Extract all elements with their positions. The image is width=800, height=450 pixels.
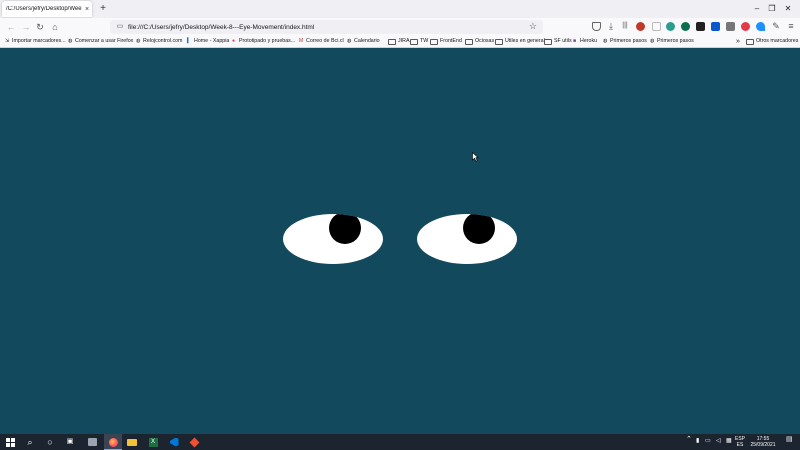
extension-9-icon[interactable]: [756, 22, 765, 31]
downloads-icon[interactable]: ⤓: [605, 20, 617, 32]
mouse-cursor-icon: [472, 152, 479, 162]
extension-1-icon[interactable]: [636, 22, 645, 31]
bookmark-item[interactable]: M Correo de Bci.cl: [299, 37, 344, 46]
back-icon[interactable]: ←: [5, 21, 17, 33]
search-icon[interactable]: ⌕: [24, 436, 36, 448]
page-icon: ■: [573, 38, 577, 44]
firefox-icon[interactable]: [107, 436, 119, 448]
bookmark-folder[interactable]: SF utils: [544, 37, 572, 46]
bookmark-star-icon[interactable]: ☆: [529, 21, 537, 32]
bookmark-item[interactable]: ◍ Primeros pasos: [650, 37, 694, 46]
windows-start-icon[interactable]: [4, 436, 16, 448]
folder-icon: [495, 38, 503, 45]
import-icon: ⇲: [5, 38, 10, 44]
bookmark-folder[interactable]: JIRA: [388, 37, 409, 46]
bookmarks-overflow-icon[interactable]: »: [736, 37, 740, 46]
bookmark-folder[interactable]: Ociosas: [465, 37, 494, 46]
browser-tab[interactable]: /C:/Users/jefry/Desktop/Week-8--- ×: [2, 1, 92, 17]
network-icon[interactable]: ▭: [705, 438, 711, 444]
folder-icon: [410, 38, 418, 45]
extension-5-icon[interactable]: [696, 22, 705, 31]
library-icon[interactable]: |||: [619, 20, 631, 32]
pocket-icon[interactable]: [592, 22, 601, 31]
tray-chevron-icon[interactable]: ⌃: [686, 436, 692, 443]
bookmark-folder[interactable]: TW: [410, 37, 428, 46]
folder-icon: [430, 38, 438, 45]
taskbar: ⌕ ○ ▣ X ⌃ ▮ ▭ ◁ ▦ ESP ES 17:55 25/09/202…: [0, 434, 800, 450]
url-bar[interactable]: ▭ file:///C:/Users/jefry/Desktop/Week-8-…: [110, 20, 543, 34]
folder-icon: [544, 38, 552, 45]
bookmark-item[interactable]: ▍ Home - Xappia: [187, 37, 229, 46]
clock[interactable]: 17:55 25/09/2021: [749, 436, 777, 448]
tab-strip: /C:/Users/jefry/Desktop/Week-8--- × + – …: [0, 0, 800, 18]
folder-icon: [465, 38, 473, 45]
page-icon: ●: [232, 38, 236, 44]
tab-title: /C:/Users/jefry/Desktop/Week-8---: [6, 6, 82, 12]
extension-7-icon[interactable]: [726, 22, 735, 31]
folder-icon: [746, 38, 754, 45]
extension-4-icon[interactable]: [681, 22, 690, 31]
right-pupil: [463, 214, 495, 244]
microphone-icon[interactable]: ▮: [696, 438, 699, 444]
excel-icon[interactable]: X: [147, 436, 159, 448]
globe-icon: ◍: [68, 38, 73, 44]
bookmark-folder[interactable]: Utiles en general: [495, 37, 545, 46]
notifications-icon[interactable]: ▤: [786, 436, 793, 443]
bookmarks-toolbar: ⇲ Importar marcadores... ◍ Comenzar a usar…: [0, 36, 800, 48]
extension-2-icon[interactable]: [652, 22, 661, 31]
app-icon[interactable]: [86, 436, 98, 448]
globe-icon: ◍: [347, 38, 352, 44]
language-indicator[interactable]: ESP ES: [735, 436, 745, 448]
customize-icon[interactable]: ✎: [770, 20, 782, 32]
globe-icon: ◍: [136, 38, 141, 44]
volume-icon[interactable]: ◁: [716, 438, 721, 444]
bookmark-item[interactable]: ◍ Calendario: [347, 37, 380, 46]
bookmark-item[interactable]: ◍ Comenzar a usar Firefox: [68, 37, 133, 46]
extension-8-icon[interactable]: [741, 22, 750, 31]
file-icon: ▭: [116, 23, 124, 30]
forward-icon[interactable]: →: [20, 21, 32, 33]
bookmark-folder[interactable]: FrontEnd: [430, 37, 462, 46]
bookmark-item[interactable]: ■ Heroku: [573, 37, 597, 46]
new-tab-button[interactable]: +: [97, 3, 109, 15]
task-view-icon[interactable]: ▣: [64, 436, 76, 448]
git-icon[interactable]: [188, 436, 200, 448]
page-icon: ▍: [187, 38, 191, 44]
vscode-icon[interactable]: [168, 436, 180, 448]
page-content: [0, 48, 800, 434]
reload-icon[interactable]: ↻: [34, 21, 46, 33]
minimize-button[interactable]: –: [750, 3, 764, 15]
bookmark-item[interactable]: ● Prototipado y pruebas...: [232, 37, 295, 46]
maximize-button[interactable]: ❐: [765, 3, 779, 15]
folder-icon: [388, 38, 396, 45]
close-window-button[interactable]: ✕: [781, 3, 795, 15]
tab-close-icon[interactable]: ×: [82, 6, 92, 13]
other-bookmarks[interactable]: Otros marcadores: [746, 37, 798, 46]
mail-icon: M: [299, 38, 304, 44]
extension-6-icon[interactable]: [711, 22, 720, 31]
bookmark-item[interactable]: ◍ Relojcontrol.com: [136, 37, 182, 46]
keyboard-icon[interactable]: ▦: [726, 438, 732, 444]
bookmark-item[interactable]: ◍ Primeros pasos: [603, 37, 647, 46]
left-pupil: [329, 214, 361, 244]
left-eye: [283, 214, 383, 264]
cortana-icon[interactable]: ○: [44, 436, 56, 448]
file-explorer-icon[interactable]: [126, 436, 138, 448]
globe-icon: ◍: [650, 38, 655, 44]
navigation-bar: ← → ↻ ⌂ ▭ file:///C:/Users/jefry/Desktop…: [0, 18, 800, 36]
bookmark-item[interactable]: ⇲ Importar marcadores...: [5, 37, 66, 46]
globe-icon: ◍: [603, 38, 608, 44]
extension-3-icon[interactable]: [666, 22, 675, 31]
menu-icon[interactable]: ≡: [785, 20, 797, 32]
home-icon[interactable]: ⌂: [49, 21, 61, 33]
url-text[interactable]: file:///C:/Users/jefry/Desktop/Week-8---…: [128, 24, 314, 31]
right-eye: [417, 214, 517, 264]
